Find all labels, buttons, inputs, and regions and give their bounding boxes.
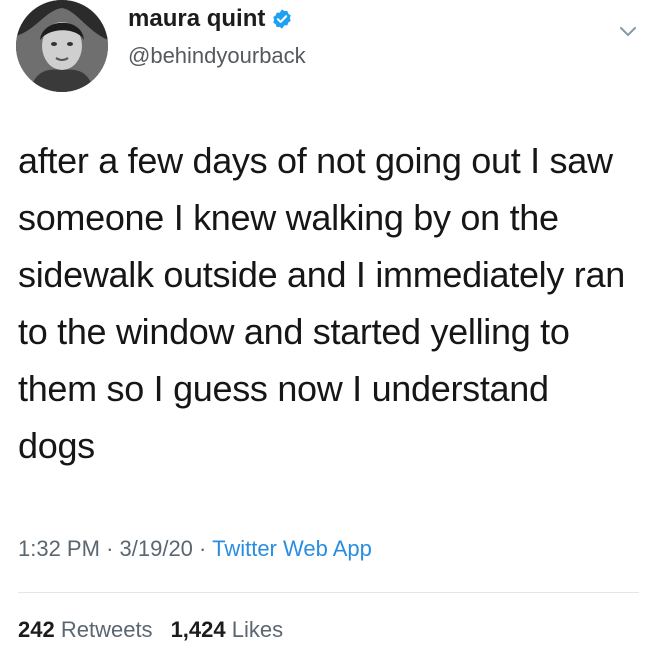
avatar-photo	[16, 0, 108, 92]
likes-stat[interactable]: 1,424 Likes	[171, 617, 284, 642]
tweet-card: maura quint @behindyourback after a few …	[0, 0, 657, 658]
author-name-row[interactable]: maura quint	[128, 4, 293, 34]
retweets-label: Retweets	[60, 617, 153, 642]
avatar[interactable]	[16, 0, 108, 92]
likes-label: Likes	[231, 617, 284, 642]
retweets-stat[interactable]: 242 Retweets	[18, 617, 153, 642]
chevron-down-icon[interactable]	[617, 20, 639, 42]
divider	[18, 592, 639, 593]
tweet-source-link[interactable]: Twitter Web App	[212, 536, 372, 561]
meta-separator: ·	[106, 536, 114, 561]
tweet-date[interactable]: 3/19/20	[120, 536, 193, 561]
tweet-meta: 1:32 PM · 3/19/20 · Twitter Web App	[18, 534, 372, 564]
author-handle[interactable]: @behindyourback	[128, 42, 306, 70]
meta-separator: ·	[199, 536, 207, 561]
likes-count: 1,424	[170, 617, 226, 642]
retweets-count: 242	[18, 617, 55, 642]
tweet-text: after a few days of not going out I saw …	[18, 140, 625, 466]
tweet-time[interactable]: 1:32 PM	[18, 536, 100, 561]
author-display-name[interactable]: maura quint	[128, 4, 265, 34]
tweet-stats: 242 Retweets 1,424 Likes	[18, 615, 283, 645]
verified-badge-icon	[271, 8, 293, 30]
